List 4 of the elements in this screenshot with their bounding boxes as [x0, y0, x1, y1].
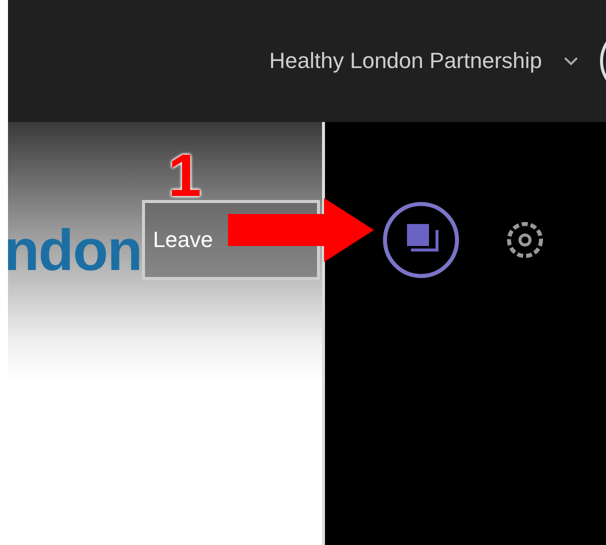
chevron-down-icon[interactable]	[564, 56, 578, 66]
organization-name[interactable]: Healthy London Partnership	[269, 48, 542, 74]
chat-icon[interactable]	[381, 200, 461, 280]
logo-text: ndon	[8, 217, 142, 284]
